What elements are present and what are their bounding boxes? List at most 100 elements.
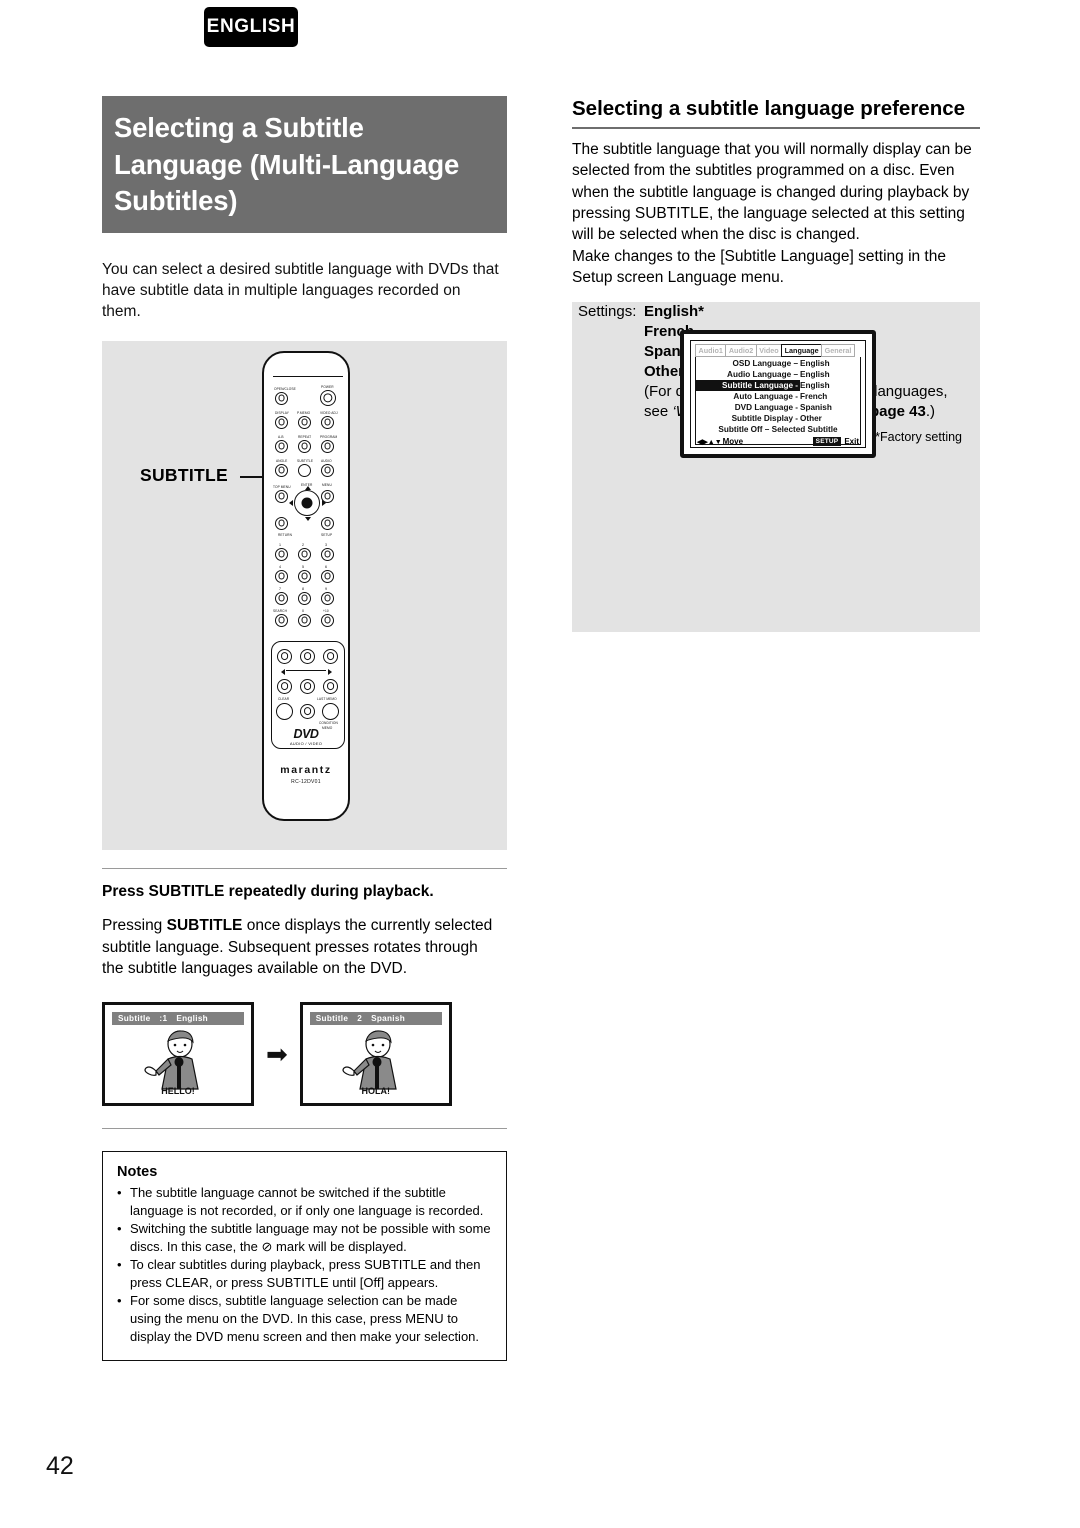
dpad-enter[interactable]	[294, 489, 320, 516]
fastforward-icon	[328, 668, 332, 675]
osd-row-osd-language[interactable]: OSD Language – English	[696, 358, 860, 369]
divider-bottom	[102, 1127, 507, 1130]
settings-spacer	[578, 362, 644, 382]
osd-footer-exit: SETUP Exit	[812, 437, 859, 447]
osd-row-auto-language[interactable]: Auto Language - French	[696, 391, 860, 402]
button-repeat[interactable]	[298, 439, 311, 453]
label-key-2: 2	[302, 542, 304, 547]
button-search[interactable]	[275, 613, 288, 627]
label-audio: AUDIO	[321, 458, 332, 463]
setup-button-chip[interactable]: SETUP	[812, 437, 842, 447]
label-key-8: 8	[302, 586, 304, 591]
button-key-3[interactable]	[321, 547, 334, 561]
label-key-1: 1	[279, 542, 281, 547]
button-key-5[interactable]	[298, 569, 311, 583]
button-key-4[interactable]	[275, 569, 288, 583]
label-repeat: REPEAT	[298, 434, 312, 439]
button-key-0[interactable]	[298, 613, 311, 627]
osd-row-dvd-language[interactable]: DVD Language - Spanish	[696, 402, 860, 413]
settings-value: Other	[644, 363, 685, 381]
button-play[interactable]	[300, 648, 315, 664]
osd-move-label: Move	[722, 437, 744, 447]
osd-label-selected: Subtitle Language -	[696, 380, 800, 392]
tv-bar-index: :1	[159, 1013, 168, 1023]
tv-bar-language: English	[176, 1013, 208, 1023]
button-stop[interactable]	[300, 703, 315, 719]
press-body-bold: SUBTITLE	[166, 917, 243, 935]
button-key-1[interactable]	[275, 547, 288, 561]
button-display[interactable]	[275, 415, 288, 429]
dpad-left-icon[interactable]	[289, 499, 293, 506]
transport-divider	[286, 669, 326, 672]
button-program[interactable]	[321, 439, 334, 453]
language-tag: ENGLISH	[204, 7, 298, 47]
left-column: Selecting a Subtitle Language (Multi-Lan…	[102, 96, 507, 1362]
note-item: Switching the subtitle language may not …	[117, 1220, 492, 1255]
button-power[interactable]	[320, 389, 336, 406]
button-video-adj[interactable]	[321, 415, 334, 429]
button-skip-back[interactable]	[277, 648, 292, 664]
settings-note-page: page 43	[869, 403, 926, 421]
osd-value: English	[800, 359, 830, 369]
tv-subtitle-bar: Subtitle :1 English	[112, 1011, 244, 1025]
osd-label: Audio Language –	[727, 370, 798, 380]
right-column: Selecting a subtitle language preference…	[572, 96, 980, 633]
tab-video[interactable]: Video	[755, 344, 782, 358]
button-open-close[interactable]	[275, 391, 288, 405]
button-top-menu[interactable]	[275, 489, 288, 503]
settings-spacer	[578, 322, 644, 342]
button-ab[interactable]	[275, 439, 288, 453]
button-scan-forward[interactable]	[323, 678, 338, 694]
remote-body: OPEN/CLOSE POWER DISPLAY P.MEMO VIDEO AD…	[262, 350, 350, 821]
rewind-icon	[281, 668, 285, 675]
osd-row-audio-language[interactable]: Audio Language – English	[696, 369, 860, 380]
label-search: SEARCH	[273, 608, 287, 613]
notes-list: The subtitle language cannot be switched…	[117, 1184, 492, 1345]
tab-language[interactable]: Language	[781, 344, 822, 358]
label-key-0: 0	[302, 608, 304, 613]
tab-general[interactable]: General	[821, 344, 855, 358]
notes-title: Notes	[117, 1164, 158, 1181]
button-key-9[interactable]	[321, 591, 334, 605]
label-key-3: 3	[325, 542, 327, 547]
button-p-memo[interactable]	[298, 415, 311, 429]
label-setup: SETUP	[321, 532, 333, 537]
button-key-8[interactable]	[298, 591, 311, 605]
arrow-icon: ➡	[266, 1038, 288, 1069]
tab-audio1[interactable]: Audio1	[695, 344, 726, 358]
tab-audio2[interactable]: Audio2	[725, 344, 756, 358]
button-scan-back[interactable]	[277, 678, 292, 694]
button-pause[interactable]	[300, 678, 315, 694]
osd-settings-list: OSD Language – English Audio Language – …	[695, 357, 882, 447]
label-clear: CLEAR	[278, 696, 290, 701]
button-subtitle[interactable]	[298, 463, 311, 477]
dpad-up-icon[interactable]	[305, 485, 311, 490]
tv-bar-index-2: 2	[357, 1013, 363, 1023]
button-menu[interactable]	[321, 489, 334, 503]
osd-exit-label: Exit	[844, 437, 859, 447]
divider-top	[102, 867, 507, 870]
button-return[interactable]	[275, 516, 288, 530]
label-key-6: 6	[325, 564, 327, 569]
button-skip-forward[interactable]	[323, 648, 338, 664]
button-key-2[interactable]	[298, 547, 311, 561]
button-angle[interactable]	[275, 463, 288, 477]
dvd-logo: DVD	[293, 726, 319, 741]
button-key-6[interactable]	[321, 569, 334, 583]
intro-paragraph: You can select a desired subtitle langua…	[102, 260, 499, 321]
button-setup[interactable]	[321, 516, 334, 530]
label-subtitle: SUBTITLE	[297, 458, 314, 463]
dpad-down-icon[interactable]	[305, 516, 311, 521]
section-title: Selecting a subtitle language preference	[572, 96, 980, 129]
button-audio[interactable]	[321, 463, 334, 477]
button-clear[interactable]	[276, 702, 293, 720]
note-item: For some discs, subtitle language select…	[117, 1292, 492, 1345]
osd-row-subtitle-display[interactable]: Subtitle Display - Other	[696, 413, 860, 424]
press-instruction-heading: Press SUBTITLE repeatedly during playbac…	[102, 883, 434, 901]
button-key-7[interactable]	[275, 591, 288, 605]
button-last-memo[interactable]	[322, 702, 339, 720]
label-top-menu: TOP MENU	[273, 484, 291, 489]
osd-row-subtitle-language[interactable]: Subtitle Language - English	[696, 380, 860, 392]
button-key-plus10[interactable]	[321, 613, 334, 627]
osd-footer: ◀▶▲▼ Move SETUP Exit	[696, 437, 860, 447]
